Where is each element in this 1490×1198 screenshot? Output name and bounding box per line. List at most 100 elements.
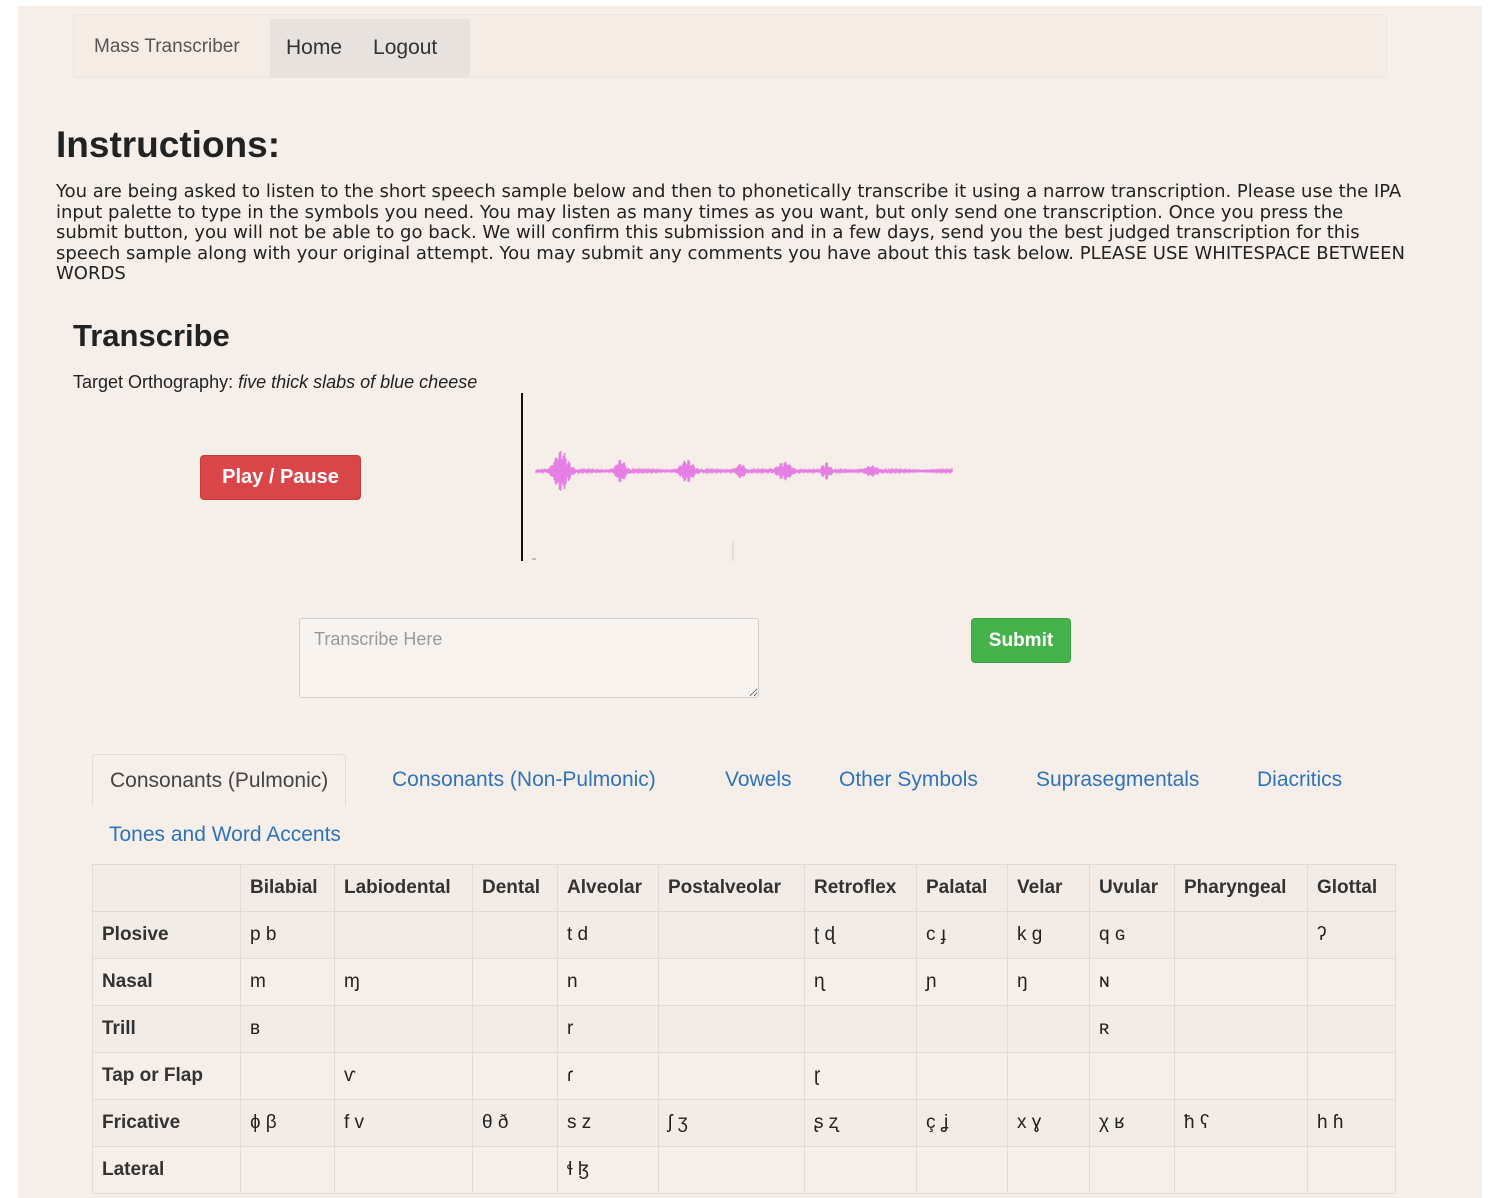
ipa-symbol-cell[interactable]: f v bbox=[334, 1099, 473, 1147]
ipa-symbol-cell[interactable]: x ɣ bbox=[1007, 1099, 1090, 1147]
ipa-symbol-cell[interactable]: ŋ bbox=[1007, 958, 1090, 1006]
ipa-symbol-cell[interactable]: χ ʁ bbox=[1089, 1099, 1175, 1147]
ipa-symbol-cell bbox=[240, 1146, 335, 1194]
ipa-symbol-cell[interactable]: ʙ bbox=[240, 1005, 335, 1053]
table-row: Lateral ɬ ɮ bbox=[92, 1146, 1396, 1194]
column-header: Dental bbox=[472, 864, 558, 912]
ipa-symbol-cell bbox=[804, 1005, 917, 1053]
nav-links: Home Logout bbox=[270, 19, 470, 77]
row-header: Plosive bbox=[92, 911, 241, 959]
column-header: Alveolar bbox=[557, 864, 659, 912]
tab-suprasegmentals[interactable]: Suprasegmentals bbox=[1036, 768, 1199, 792]
target-orthography: Target Orthography: five thick slabs of … bbox=[73, 372, 477, 393]
transcription-input[interactable] bbox=[299, 618, 759, 698]
ipa-symbol-cell bbox=[658, 958, 805, 1006]
table-row: Plosive p b t d ʈ ɖc ɟk gq ɢ ʔ bbox=[92, 911, 1396, 959]
column-header: Palatal bbox=[916, 864, 1008, 912]
column-header: Postalveolar bbox=[658, 864, 805, 912]
waveform-display[interactable] bbox=[518, 391, 978, 566]
table-header-row: Bilabial Labiodental Dental Alveolar Pos… bbox=[92, 864, 1396, 912]
ipa-symbol-cell[interactable]: ɾ bbox=[557, 1052, 659, 1100]
ipa-symbol-cell[interactable]: ʈ ɖ bbox=[804, 911, 917, 959]
ipa-symbol-cell bbox=[1307, 1146, 1396, 1194]
tab-consonants-pulmonic[interactable]: Consonants (Pulmonic) bbox=[92, 754, 347, 806]
ipa-symbol-cell bbox=[916, 1146, 1008, 1194]
ipa-symbol-cell bbox=[1307, 958, 1396, 1006]
ipa-symbol-cell bbox=[916, 1052, 1008, 1100]
table-row: Nasal m ɱ n ɳ ɲ ŋ ɴ bbox=[92, 958, 1396, 1006]
row-header: Lateral bbox=[92, 1146, 241, 1194]
ipa-symbol-cell bbox=[1174, 1005, 1308, 1053]
column-header: Labiodental bbox=[334, 864, 473, 912]
ipa-symbol-cell[interactable]: ʔ bbox=[1307, 911, 1396, 959]
tab-vowels[interactable]: Vowels bbox=[725, 768, 792, 792]
ipa-symbol-cell bbox=[472, 958, 558, 1006]
ipa-symbol-cell[interactable]: ʃ ʒ bbox=[658, 1099, 805, 1147]
ipa-consonant-table: Bilabial Labiodental Dental Alveolar Pos… bbox=[92, 864, 1396, 1194]
ipa-symbol-cell bbox=[916, 1005, 1008, 1053]
ipa-symbol-cell[interactable]: ɽ bbox=[804, 1052, 917, 1100]
row-header: Trill bbox=[92, 1005, 241, 1053]
ipa-symbol-cell bbox=[1007, 1005, 1090, 1053]
table-row: Fricative ɸ βf vθ ðs zʃ ʒʂ ʐç ʝx ɣχ ʁħ ʕh… bbox=[92, 1099, 1396, 1147]
ipa-table-body: Plosive p bt dʈ ɖc ɟk gq ɢ ʔ Nasal m ɱ n ɳ ɲ ŋ ɴ Tr… bbox=[92, 911, 1396, 1194]
ipa-symbol-cell[interactable]: ɬ ɮ bbox=[557, 1146, 659, 1194]
ipa-symbol-cell[interactable]: ɴ bbox=[1089, 958, 1175, 1006]
column-header: Glottal bbox=[1307, 864, 1396, 912]
target-orthography-value: five thick slabs of blue cheese bbox=[238, 372, 478, 392]
ipa-symbol-cell bbox=[1007, 1146, 1090, 1194]
ipa-symbol-cell[interactable]: ɸ β bbox=[240, 1099, 335, 1147]
ipa-symbol-cell[interactable]: ħ ʕ bbox=[1174, 1099, 1308, 1147]
ipa-symbol-cell[interactable]: c ɟ bbox=[916, 911, 1008, 959]
ipa-symbol-cell[interactable]: p b bbox=[240, 911, 335, 959]
ipa-symbol-cell[interactable]: ʀ bbox=[1089, 1005, 1175, 1053]
ipa-symbol-cell[interactable]: t d bbox=[557, 911, 659, 959]
instructions-heading: Instructions: bbox=[56, 124, 281, 165]
row-header: Fricative bbox=[92, 1099, 241, 1147]
ipa-symbol-cell bbox=[334, 911, 473, 959]
ipa-symbol-cell bbox=[1089, 1146, 1175, 1194]
ipa-symbol-cell bbox=[1174, 1052, 1308, 1100]
nav-logout-link[interactable]: Logout bbox=[357, 19, 452, 77]
ipa-symbol-cell bbox=[334, 1146, 473, 1194]
ipa-symbol-cell[interactable]: ɲ bbox=[916, 958, 1008, 1006]
ipa-symbol-cell bbox=[1089, 1052, 1175, 1100]
ipa-symbol-cell bbox=[804, 1146, 917, 1194]
ipa-symbol-cell[interactable]: ç ʝ bbox=[916, 1099, 1008, 1147]
ipa-symbol-cell[interactable]: ɳ bbox=[804, 958, 917, 1006]
ipa-symbol-cell bbox=[472, 1052, 558, 1100]
table-row: Trill ʙ r ʀ bbox=[92, 1005, 1396, 1053]
play-pause-button[interactable]: Play / Pause bbox=[200, 455, 361, 500]
ipa-symbol-cell bbox=[1174, 1146, 1308, 1194]
ipa-symbol-cell[interactable]: k g bbox=[1007, 911, 1090, 959]
tab-tones-word-accents[interactable]: Tones and Word Accents bbox=[109, 823, 341, 847]
ipa-symbol-cell[interactable]: n bbox=[557, 958, 659, 1006]
ipa-symbol-cell[interactable]: θ ð bbox=[472, 1099, 558, 1147]
row-header: Nasal bbox=[92, 958, 241, 1006]
ipa-symbol-cell[interactable]: ⱱ bbox=[334, 1052, 473, 1100]
column-header: Pharyngeal bbox=[1174, 864, 1308, 912]
target-orthography-label: Target Orthography: bbox=[73, 372, 239, 392]
ipa-symbol-cell[interactable]: m bbox=[240, 958, 335, 1006]
waveform-trace bbox=[535, 451, 953, 491]
tab-consonants-non-pulmonic[interactable]: Consonants (Non-Pulmonic) bbox=[392, 768, 656, 792]
tab-other-symbols[interactable]: Other Symbols bbox=[839, 768, 978, 792]
nav-home-link[interactable]: Home bbox=[270, 19, 357, 77]
ipa-symbol-cell[interactable]: q ɢ bbox=[1089, 911, 1175, 959]
ipa-symbol-cell[interactable]: r bbox=[557, 1005, 659, 1053]
ipa-symbol-cell bbox=[658, 1005, 805, 1053]
ipa-symbol-cell[interactable]: s z bbox=[557, 1099, 659, 1147]
brand-link[interactable]: Mass Transcriber bbox=[94, 15, 240, 77]
row-header: Tap or Flap bbox=[92, 1052, 241, 1100]
ipa-symbol-cell[interactable]: h ɦ bbox=[1307, 1099, 1396, 1147]
ipa-symbol-cell bbox=[1007, 1052, 1090, 1100]
ipa-symbol-cell bbox=[472, 1005, 558, 1053]
ipa-symbol-cell bbox=[658, 1146, 805, 1194]
tab-diacritics[interactable]: Diacritics bbox=[1257, 768, 1342, 792]
submit-button[interactable]: Submit bbox=[971, 618, 1071, 663]
ipa-symbol-cell[interactable]: ʂ ʐ bbox=[804, 1099, 917, 1147]
column-header bbox=[92, 864, 241, 912]
ipa-symbol-cell[interactable]: ɱ bbox=[334, 958, 473, 1006]
transcribe-heading: Transcribe bbox=[73, 318, 230, 353]
ipa-symbol-cell bbox=[472, 911, 558, 959]
